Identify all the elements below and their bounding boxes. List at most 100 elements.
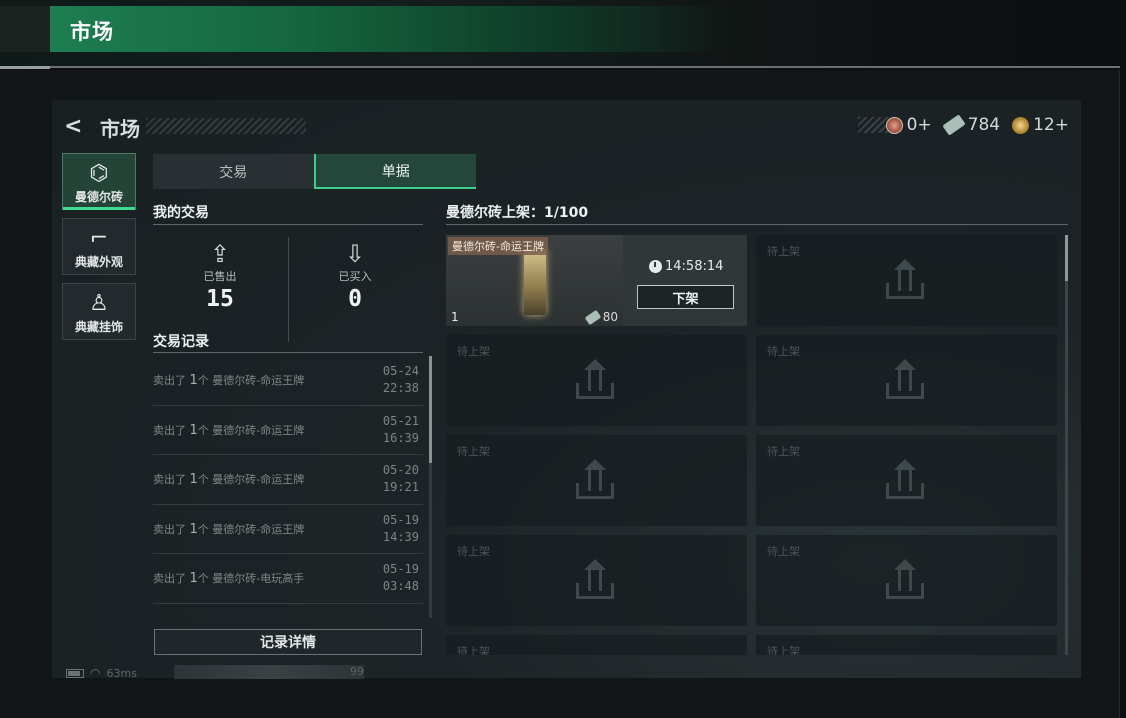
record-time: 05-20 19:21: [382, 463, 419, 495]
list-item: 卖出了 1个 曼德尔砖-命运王牌 05-21 16:39: [153, 406, 423, 455]
panel-header: < 市场 0+ 784 12+: [64, 112, 1069, 142]
records-title: 交易记录: [153, 334, 209, 350]
listing-slot-empty[interactable]: 待上架: [756, 435, 1057, 526]
record-time: 05-19 03:48: [382, 562, 419, 594]
my-trades-title: 我的交易: [153, 205, 209, 221]
currency-value: 0+: [906, 115, 932, 135]
cart-sell-icon: ⇪: [209, 240, 231, 268]
device-status: ◠ 63ms: [66, 666, 137, 680]
record-text: 卖出了 1个 曼德尔砖-命运王牌: [153, 373, 305, 389]
upload-icon: [576, 459, 614, 499]
upload-icon: [886, 359, 924, 399]
record-time: 05-24 22:38: [382, 364, 419, 396]
ticket-icon: [584, 309, 602, 325]
empty-slot-label: 待上架: [457, 645, 490, 655]
listing-grid: 曼德尔砖-命运王牌 1 80 14:58:14 下架 待上架 待上架 待上架 待…: [446, 235, 1058, 655]
empty-slot-label: 待上架: [767, 345, 800, 358]
unlist-button[interactable]: 下架: [637, 285, 734, 309]
market-tabs: 交易 单据: [153, 154, 476, 189]
list-item: 卖出了 1个 曼德尔砖-命运王牌 05-24 22:38: [153, 356, 423, 406]
upload-icon: [576, 559, 614, 599]
record-time: 05-21 16:39: [382, 413, 419, 445]
listed-item-price: 80: [584, 309, 618, 325]
listed-item: 曼德尔砖-命运王牌 1 80 14:58:14 下架: [446, 235, 747, 326]
listing-slot-active: 曼德尔砖-命运王牌 1 80 14:58:14 下架: [446, 235, 747, 326]
upload-icon: [886, 559, 924, 599]
tab-trade[interactable]: 交易: [153, 154, 314, 189]
market-panel: < 市场 0+ 784 12+ ⌬ 曼德尔砖 ⌐ 典藏外观 ♙ 典藏挂饰 交易 …: [52, 100, 1081, 678]
sidebar-item-collection-skins[interactable]: ⌐ 典藏外观: [62, 218, 136, 275]
stat-divider: [288, 237, 289, 342]
records-scroll-thumb[interactable]: [429, 356, 432, 463]
listings-divider: [446, 224, 1068, 225]
empty-slot-label: 待上架: [767, 445, 800, 458]
title-stripes: [146, 118, 306, 134]
record-text: 卖出了 1个 曼德尔砖-命运王牌: [153, 422, 305, 438]
mandel-brick-icon: ⌬: [89, 161, 109, 186]
list-item: 卖出了 1个 曼德尔砖-命运王牌 05-19 14:39: [153, 505, 423, 554]
gun-icon: ⌐: [89, 226, 109, 251]
currency-ticket[interactable]: 784: [942, 114, 1001, 136]
top-bar-title: 市场: [70, 20, 114, 44]
empty-slot-label: 待上架: [457, 545, 490, 558]
listing-slot-empty[interactable]: 待上架: [446, 335, 747, 426]
ticket-icon: [942, 114, 966, 136]
bought-value: 0: [348, 286, 362, 312]
sold-label: 已售出: [203, 270, 237, 283]
tab-orders[interactable]: 单据: [313, 154, 476, 189]
listing-slot-empty[interactable]: 待上架: [756, 635, 1057, 655]
page-title: 市场: [100, 117, 140, 141]
wifi-icon: ◠: [90, 666, 101, 680]
currency-gold-coin[interactable]: 12+: [1012, 115, 1069, 135]
cart-buy-icon: ⇩: [344, 240, 366, 268]
top-bar-highlight: [50, 6, 730, 52]
upload-icon: [886, 459, 924, 499]
records-divider: [153, 352, 423, 353]
listing-slot-empty[interactable]: 待上架: [446, 535, 747, 626]
empty-slot-label: 待上架: [767, 245, 800, 258]
red-coin-icon: [885, 116, 903, 134]
my-trades-divider: [153, 224, 423, 225]
listed-item-quantity: 1: [451, 310, 459, 324]
listed-item-image[interactable]: 曼德尔砖-命运王牌 1 80: [446, 235, 623, 326]
currency-red-coin[interactable]: 0+: [885, 115, 932, 135]
currency-bar: 0+ 784 12+: [857, 112, 1069, 138]
category-sidebar: ⌬ 曼德尔砖 ⌐ 典藏外观 ♙ 典藏挂饰: [62, 153, 138, 348]
listing-slot-empty[interactable]: 待上架: [446, 635, 747, 655]
record-text: 卖出了 1个 曼德尔砖-命运王牌: [153, 472, 305, 488]
sidebar-item-mandel-brick[interactable]: ⌬ 曼德尔砖: [62, 153, 136, 210]
upload-icon: [576, 359, 614, 399]
back-arrow-icon[interactable]: <: [64, 114, 82, 139]
list-item: 卖出了 1个 曼德尔砖-电玩高手 05-19 03:48: [153, 554, 423, 604]
list-item: 卖出了 1个 曼德尔砖-命运王牌 05-20 19:21: [153, 455, 423, 505]
listing-slot-empty[interactable]: 待上架: [756, 235, 1057, 326]
upload-icon: [886, 259, 924, 299]
record-details-button[interactable]: 记录详情: [154, 629, 422, 655]
sold-value: 15: [206, 286, 234, 312]
trade-record-list[interactable]: 卖出了 1个 曼德尔砖-命运王牌 05-24 22:38 卖出了 1个 曼德尔砖-…: [153, 356, 423, 606]
top-bar-divider-accent: [0, 66, 50, 69]
listing-scrollbar[interactable]: [1065, 235, 1068, 655]
empty-slot-label: 待上架: [767, 545, 800, 558]
record-text: 卖出了 1个 曼德尔砖-电玩高手: [153, 571, 305, 587]
empty-slot-label: 待上架: [457, 445, 490, 458]
listing-slot-empty[interactable]: 待上架: [446, 435, 747, 526]
battery-icon: [66, 668, 84, 678]
records-scrollbar[interactable]: [429, 356, 432, 618]
listing-slot-empty[interactable]: 待上架: [756, 335, 1057, 426]
empty-slot-label: 待上架: [457, 345, 490, 358]
clock-icon: [649, 260, 662, 273]
currency-value: 12+: [1033, 115, 1069, 135]
listings-title: 曼德尔砖上架：1/100: [446, 205, 589, 221]
pendant-icon: ♙: [89, 291, 109, 316]
list-item: 05-19: [153, 604, 423, 607]
top-bar-left-stub: [0, 6, 50, 52]
listing-slot-empty[interactable]: 待上架: [756, 535, 1057, 626]
listing-scroll-thumb[interactable]: [1065, 235, 1068, 281]
sold-stat: ⇪ 已售出 15: [160, 242, 280, 312]
status-strip: 99: [174, 665, 364, 679]
sidebar-item-collection-pendants[interactable]: ♙ 典藏挂饰: [62, 283, 136, 340]
sidebar-item-label: 曼德尔砖: [74, 190, 123, 204]
currency-value: 784: [967, 115, 1001, 135]
mandel-brick-card-image: [524, 249, 546, 315]
